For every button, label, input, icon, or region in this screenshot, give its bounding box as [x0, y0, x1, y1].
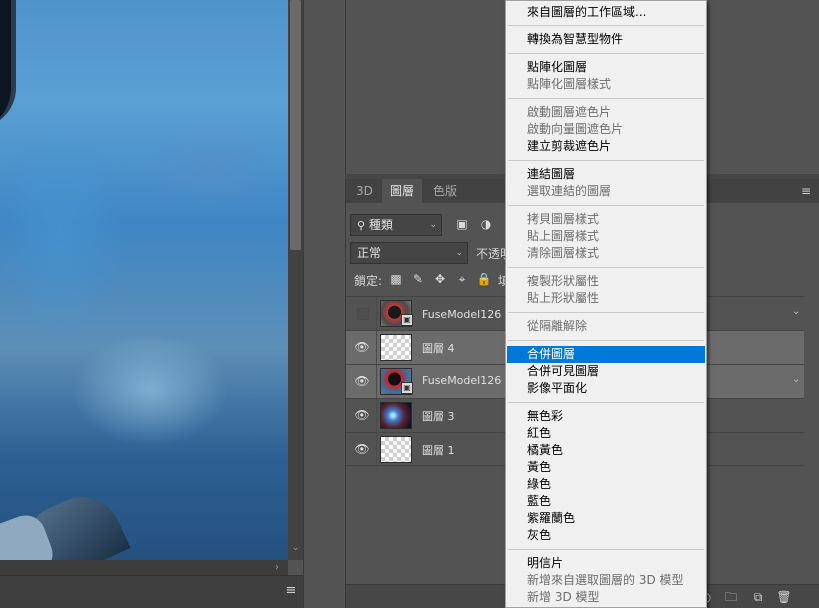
menu-item-color-yellow[interactable]: 黃色	[507, 459, 705, 476]
row-separator	[376, 365, 377, 399]
menu-item-color-red[interactable]: 紅色	[507, 425, 705, 442]
smart-object-icon: ▣	[401, 382, 413, 394]
menu-item-release-from-isolation[interactable]: 從隔離解除	[507, 318, 705, 335]
blend-mode-select[interactable]: 正常 ⌄	[350, 242, 468, 264]
layer-filter-select[interactable]: ⚲ 種類 ⌄	[350, 214, 442, 236]
layer-thumbnail	[380, 402, 412, 429]
tab-layers[interactable]: 圖層	[382, 179, 423, 203]
blend-mode-value: 正常	[357, 246, 382, 260]
document-canvas[interactable]	[0, 0, 288, 560]
menu-item-rasterize-layer[interactable]: 點陣化圖層	[507, 59, 705, 76]
scroll-down-arrow-icon[interactable]: ⌄	[288, 540, 303, 556]
chevron-down-icon[interactable]: ⌄	[792, 306, 800, 317]
row-separator	[376, 331, 377, 365]
tab-channels[interactable]: 色版	[425, 179, 465, 203]
layer-name: FuseModel126	[422, 374, 502, 387]
menu-item-color-blue[interactable]: 藍色	[507, 493, 705, 510]
menu-item-new-3d-from-layers[interactable]: 新增來自選取圖層的 3D 模型	[507, 572, 705, 589]
layer-context-menu: 來自圖層的工作區域... 轉換為智慧型物件 點陣化圖層 點陣化圖層樣式 啟動圖層…	[505, 0, 707, 608]
adjustment-layer-filter-icon[interactable]: ◑	[478, 217, 494, 233]
vertical-scroll-thumb[interactable]	[290, 0, 301, 250]
panel-menu-icon[interactable]: ≡	[284, 584, 298, 598]
menu-separator	[508, 25, 704, 26]
smart-object-icon: ▣	[401, 314, 413, 326]
menu-item-convert-to-smart-object[interactable]: 轉換為智慧型物件	[507, 31, 705, 48]
search-icon: ⚲	[357, 219, 366, 232]
tab-3d[interactable]: 3D	[348, 179, 381, 203]
menu-separator	[508, 340, 704, 341]
menu-item-link-layers[interactable]: 連結圖層	[507, 166, 705, 183]
menu-item-color-gray[interactable]: 灰色	[507, 527, 705, 544]
menu-separator	[508, 549, 704, 550]
layer-name: 圖層 1	[422, 444, 455, 457]
layer-name: FuseModel126 拷	[422, 308, 516, 321]
canvas-horizontal-scrollbar[interactable]: ›	[0, 560, 288, 575]
eye-icon[interactable]: 👁	[354, 408, 370, 422]
canvas-status-bar: ≡	[0, 575, 303, 608]
scroll-right-arrow-icon[interactable]: ›	[268, 560, 286, 575]
menu-item-copy-shape-attributes[interactable]: 複製形狀屬性	[507, 273, 705, 290]
new-layer-icon[interactable]: ⧉	[750, 589, 766, 605]
menu-item-clear-layer-style[interactable]: 清除圖層樣式	[507, 245, 705, 262]
layers-panel-menu-icon[interactable]: ≡	[801, 184, 811, 198]
menu-separator	[508, 205, 704, 206]
menu-item-flatten-image[interactable]: 影像平面化	[507, 380, 705, 397]
menu-item-color-none[interactable]: 無色彩	[507, 408, 705, 425]
layer-thumbnail: ▣	[380, 368, 413, 395]
pixel-layer-filter-icon[interactable]: ▣	[454, 217, 470, 233]
lock-all-icon[interactable]: 🔒	[476, 272, 492, 288]
canvas-vertical-scrollbar[interactable]: ⌄	[288, 0, 303, 560]
panel-dock-gap	[303, 0, 345, 608]
menu-item-color-orange[interactable]: 橘黃色	[507, 442, 705, 459]
menu-separator	[508, 98, 704, 99]
menu-item-enable-layer-mask[interactable]: 啟動圖層遮色片	[507, 104, 705, 121]
layer-filter-value: 種類	[368, 218, 393, 232]
lock-position-move-icon[interactable]: ✥	[432, 272, 448, 288]
layer-name: 圖層 4	[422, 342, 455, 355]
row-separator	[376, 433, 377, 467]
menu-item-new-3d-model[interactable]: 新增 3D 模型	[507, 589, 705, 606]
eye-icon[interactable]: 👁	[354, 442, 370, 456]
delete-layer-trash-icon[interactable]: 🗑	[776, 589, 792, 605]
lock-image-pixels-brush-icon[interactable]: ✎	[410, 272, 426, 288]
eye-icon[interactable]: 👁	[354, 374, 370, 388]
lock-artboard-crop-icon[interactable]: ⌖	[454, 272, 470, 288]
lock-transparent-pixels-icon[interactable]: ▩	[388, 272, 404, 288]
model-head-silhouette	[0, 0, 16, 128]
chevron-down-icon: ⌄	[455, 248, 463, 258]
chevron-down-icon: ⌄	[429, 220, 437, 230]
menu-item-enable-vector-mask[interactable]: 啟動向量圖遮色片	[507, 121, 705, 138]
menu-item-paste-shape-attributes[interactable]: 貼上形狀屬性	[507, 290, 705, 307]
menu-item-color-green[interactable]: 綠色	[507, 476, 705, 493]
menu-item-merge-visible[interactable]: 合併可見圖層	[507, 363, 705, 380]
new-group-folder-icon[interactable]: 🗀	[723, 589, 739, 605]
menu-item-paste-layer-style[interactable]: 貼上圖層樣式	[507, 228, 705, 245]
menu-item-postcard[interactable]: 明信片	[507, 555, 705, 572]
menu-separator	[508, 53, 704, 54]
row-separator	[376, 297, 377, 331]
layer-thumbnail: ▣	[380, 300, 413, 327]
lock-label: 鎖定:	[354, 274, 383, 288]
menu-separator	[508, 312, 704, 313]
chevron-down-icon[interactable]: ⌄	[792, 374, 800, 385]
eye-icon[interactable]: 👁	[354, 340, 370, 354]
menu-separator	[508, 402, 704, 403]
layer-thumbnail	[380, 334, 412, 361]
menu-item-artboard-from-layers[interactable]: 來自圖層的工作區域...	[507, 4, 705, 21]
layer-name: 圖層 3	[422, 410, 455, 423]
menu-item-merge-layers[interactable]: 合併圖層	[507, 346, 705, 363]
menu-separator	[508, 160, 704, 161]
menu-item-copy-layer-style[interactable]: 拷貝圖層樣式	[507, 211, 705, 228]
layer-thumbnail	[380, 436, 412, 463]
menu-item-select-linked-layers[interactable]: 選取連結的圖層	[507, 183, 705, 200]
menu-separator	[508, 267, 704, 268]
row-separator	[376, 399, 377, 433]
visibility-toggle-off[interactable]	[357, 308, 369, 320]
menu-item-color-violet[interactable]: 紫羅蘭色	[507, 510, 705, 527]
menu-item-create-clipping-mask[interactable]: 建立剪裁遮色片	[507, 138, 705, 155]
menu-item-rasterize-layer-style[interactable]: 點陣化圖層樣式	[507, 76, 705, 93]
